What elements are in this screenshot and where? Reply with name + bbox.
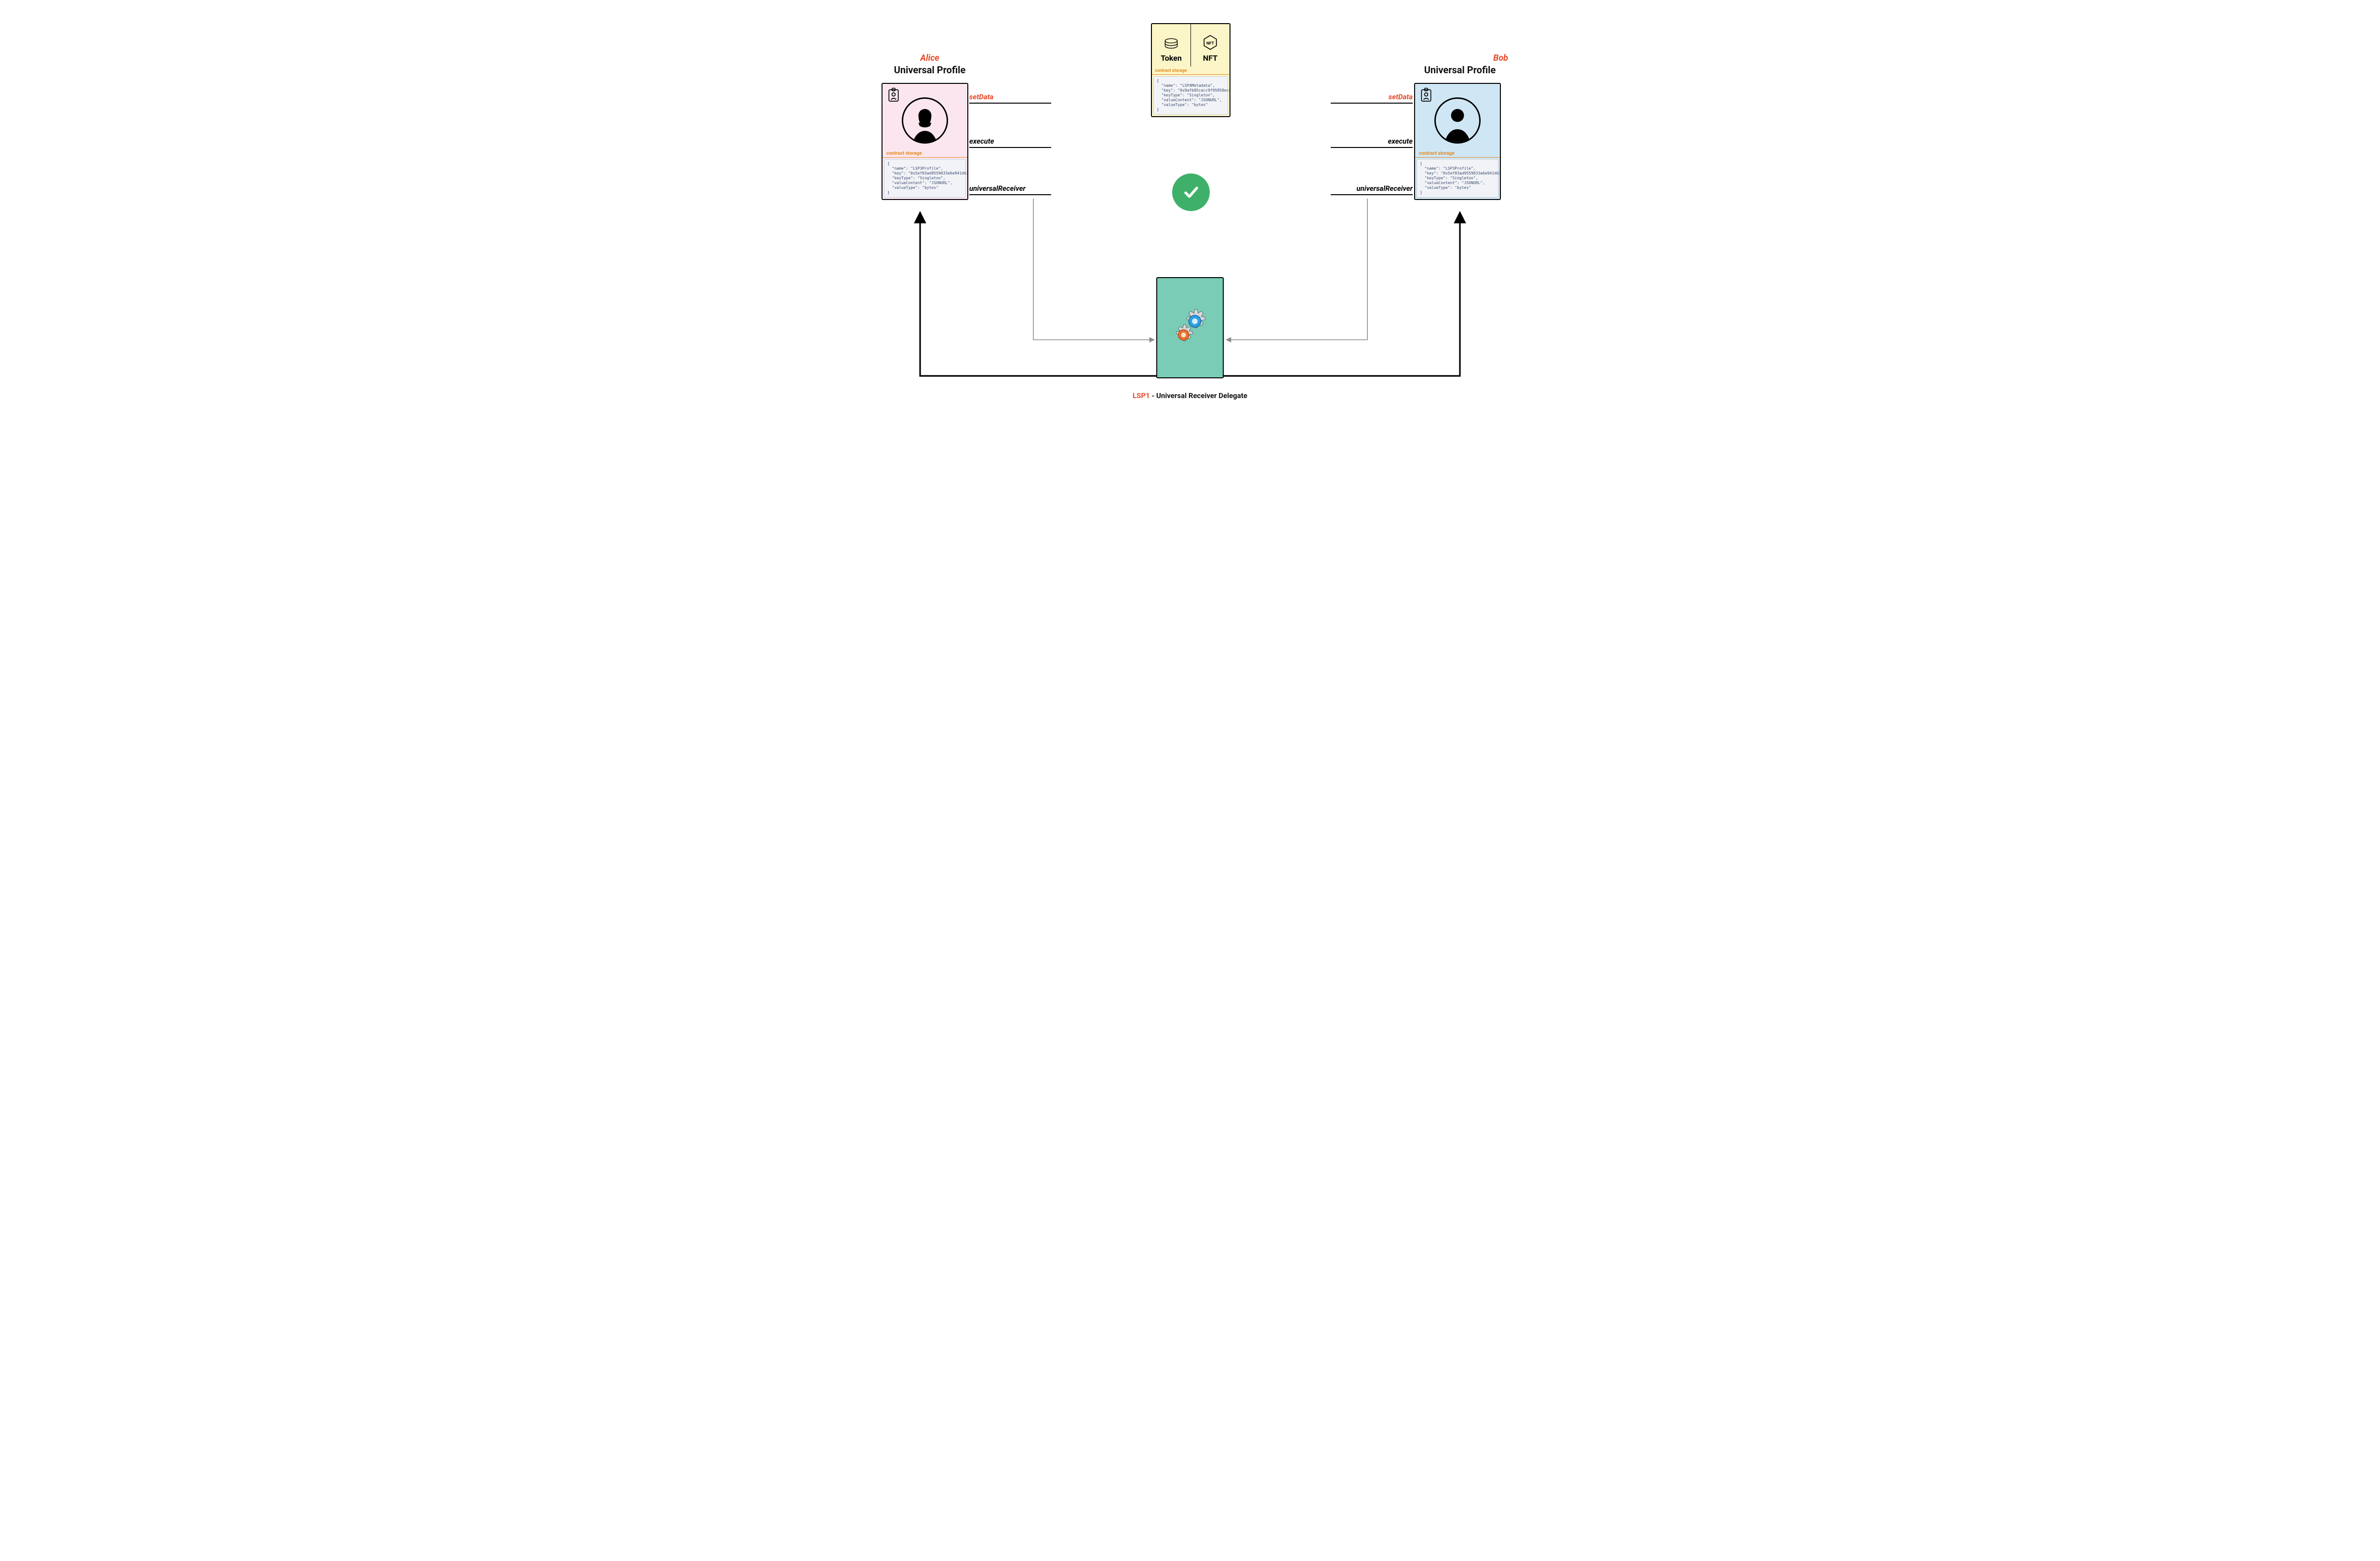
bob-profile-card: contract storage { "name": "LSP3Profile"… [1414, 83, 1501, 200]
alice-method-setdata: setData [969, 93, 1051, 104]
alice-storage-json: { "name": "LSP3Profile", "key": "0x5ef83… [884, 159, 966, 198]
asset-storage-json: { "name": "LSP4Metadata", "key": "0x9afb… [1153, 76, 1228, 115]
universalreceiver-label: universalReceiver [1356, 184, 1413, 194]
alice-profile-card: contract storage { "name": "LSP3Profile"… [882, 83, 968, 200]
alice-method-execute: execute [969, 137, 1051, 148]
delegate-caption: LSP1 - Universal Receiver Delegate [857, 391, 1523, 400]
asset-storage-label: contract storage [1152, 67, 1230, 74]
bob-avatar [1415, 97, 1500, 144]
nft-hexagon-icon: NFT [1202, 34, 1218, 51]
asset-token-col: Token [1152, 24, 1191, 67]
bob-method-universalreceiver: universalReceiver [1331, 184, 1413, 195]
coins-icon [1163, 37, 1180, 51]
execute-label: execute [1388, 137, 1413, 147]
bob-storage-json: { "name": "LSP3Profile", "key": "0x5ef83… [1417, 159, 1498, 198]
bob-name: Bob [1412, 53, 1508, 63]
token-label: Token [1161, 53, 1182, 63]
execute-label: execute [969, 137, 994, 147]
alice-title-block: Alice Universal Profile [882, 53, 978, 76]
asset-nft-col: NFT NFT [1191, 24, 1230, 67]
success-check-badge [1172, 173, 1210, 211]
alice-storage-label: contract storage [882, 149, 967, 157]
bob-title-block: Bob Universal Profile [1412, 53, 1508, 76]
alice-avatar [882, 97, 967, 144]
universalreceiver-label: universalReceiver [969, 184, 1026, 194]
diagram-canvas: Alice Universal Profile contract storage [857, 0, 1523, 436]
person-male-icon [1437, 102, 1478, 142]
asset-card-top: Token NFT NFT [1152, 24, 1230, 67]
setdata-label: setData [969, 93, 993, 103]
setdata-label: setData [1389, 93, 1413, 103]
delegate-caption-rest: - Universal Receiver Delegate [1150, 391, 1247, 400]
delegate-caption-prefix: LSP1 [1133, 391, 1150, 400]
asset-card: Token NFT NFT contract storage { "name":… [1151, 23, 1230, 117]
bob-card-top [1415, 84, 1500, 149]
alice-method-universalreceiver: universalReceiver [969, 184, 1051, 195]
person-female-icon [905, 102, 945, 142]
delegate-card [1156, 277, 1224, 378]
alice-subtitle: Universal Profile [882, 64, 978, 76]
alice-name: Alice [882, 53, 978, 63]
bob-storage-label: contract storage [1415, 149, 1500, 157]
bob-method-setdata: setData [1331, 93, 1413, 104]
gears-icon [1166, 304, 1214, 352]
checkmark-icon [1180, 182, 1202, 203]
bob-method-execute: execute [1331, 137, 1413, 148]
svg-text:NFT: NFT [1206, 41, 1215, 46]
bob-subtitle: Universal Profile [1412, 64, 1508, 76]
nft-label: NFT [1203, 53, 1217, 63]
alice-card-top [882, 84, 967, 149]
